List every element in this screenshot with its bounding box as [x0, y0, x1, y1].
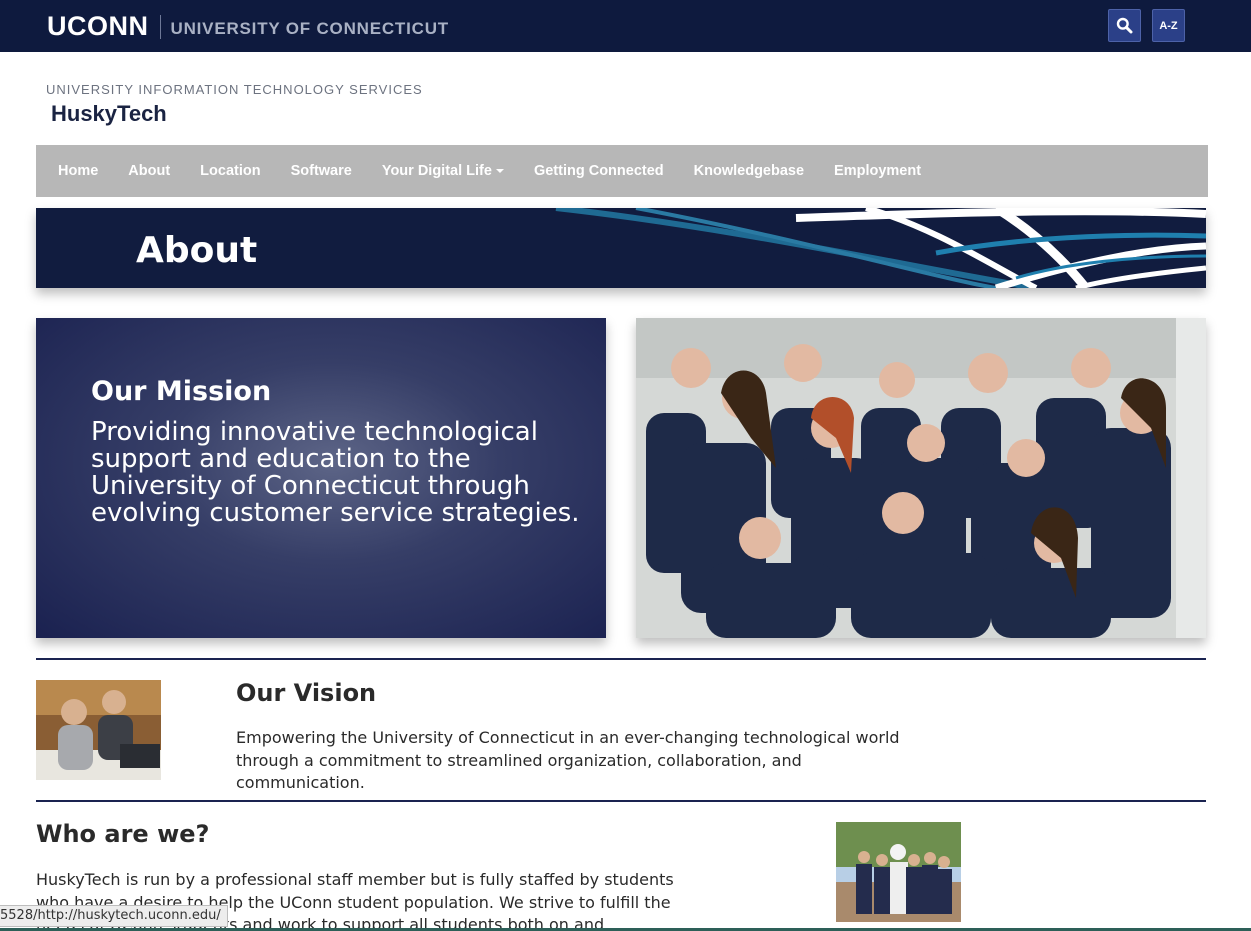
section-divider — [36, 800, 1206, 802]
nav-item-employment[interactable]: Employment — [819, 163, 936, 179]
nav-item-software[interactable]: Software — [276, 163, 367, 179]
nav-item-home[interactable]: Home — [43, 163, 113, 179]
section-divider — [36, 658, 1206, 660]
search-icon — [1116, 17, 1133, 34]
nav-item-your-digital-life-label: Your Digital Life — [381, 163, 492, 179]
staff-with-mascot-photo — [836, 822, 961, 922]
browser-status-url: 5528/http://huskytech.uconn.edu/ — [0, 905, 228, 927]
university-top-bar: UCONN UNIVERSITY OF CONNECTICUT A-Z — [0, 0, 1251, 52]
search-button[interactable] — [1108, 9, 1141, 42]
uconn-wordmark[interactable]: UCONN UNIVERSITY OF CONNECTICUT — [47, 11, 449, 42]
brand-divider — [159, 14, 161, 39]
vision-photo — [36, 680, 161, 780]
page-banner: About — [36, 208, 1206, 288]
mission-panel: Our Mission Providing innovative technol… — [36, 318, 606, 638]
vision-heading: Our Vision — [236, 679, 377, 707]
nav-item-getting-connected[interactable]: Getting Connected — [519, 163, 679, 179]
nav-item-about[interactable]: About — [113, 163, 185, 179]
who-are-we-heading: Who are we? — [36, 820, 210, 848]
main-nav: Home About Location Software Your Digita… — [36, 145, 1208, 197]
uconn-logo[interactable]: UCONN — [47, 11, 149, 42]
mission-statement: Providing innovative technological suppo… — [91, 417, 580, 528]
site-title[interactable]: HuskyTech — [51, 101, 167, 127]
team-group-photo — [636, 318, 1206, 638]
a-z-index-button[interactable]: A-Z — [1152, 9, 1185, 42]
caret-down-icon — [495, 169, 504, 174]
mission-heading: Our Mission — [91, 376, 272, 407]
nav-item-your-digital-life[interactable]: Your Digital Life — [367, 163, 519, 179]
page-title: About — [136, 230, 258, 271]
nav-item-knowledgebase[interactable]: Knowledgebase — [679, 163, 819, 179]
a-z-label: A-Z — [1159, 19, 1178, 32]
department-name[interactable]: UNIVERSITY INFORMATION TECHNOLOGY SERVIC… — [46, 82, 423, 97]
vision-statement: Empowering the University of Connecticut… — [236, 728, 900, 792]
nav-item-location[interactable]: Location — [185, 163, 275, 179]
university-name[interactable]: UNIVERSITY OF CONNECTICUT — [171, 19, 449, 39]
